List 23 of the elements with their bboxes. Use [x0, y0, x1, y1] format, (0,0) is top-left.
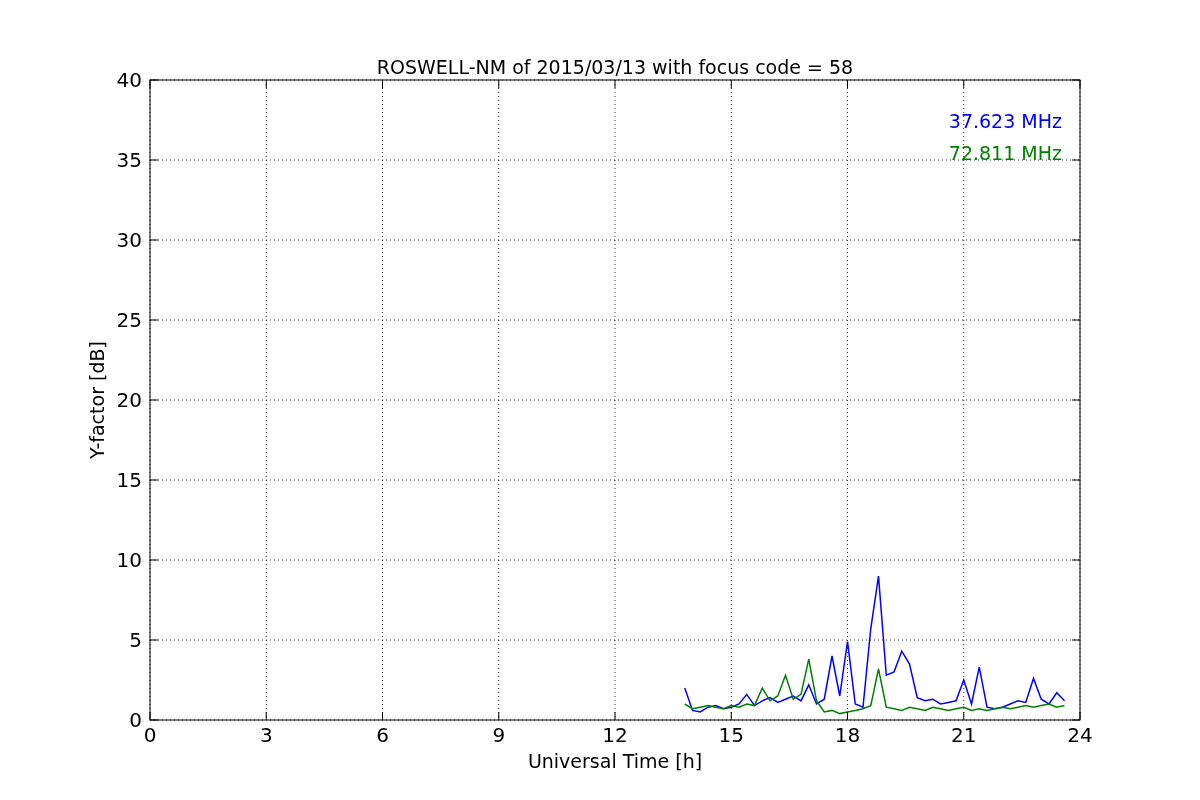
legend-label: 37.623 MHz [948, 110, 1062, 132]
tick-label: 35 [116, 148, 142, 172]
x-axis-label: Universal Time [h] [527, 750, 703, 772]
tick-label: 9 [492, 723, 506, 747]
legend-label: 72.811 MHz [948, 142, 1062, 164]
tick-label: 0 [143, 723, 157, 747]
tick-label: 18 [834, 723, 861, 747]
tick-label: 0 [129, 708, 142, 732]
tick-label: 40 [116, 68, 142, 92]
tick-label: 6 [376, 723, 389, 747]
tick-label: 12 [602, 723, 628, 747]
tick-label: 24 [1067, 723, 1093, 747]
tick-label: 10 [116, 548, 142, 572]
y-axis-label: Y-factor [dB] [86, 341, 108, 459]
tick-label: 21 [951, 723, 977, 747]
tick-label: 15 [116, 468, 142, 492]
tick-label: 30 [116, 228, 142, 252]
tick-label: 15 [718, 723, 744, 747]
tick-label: 5 [129, 628, 142, 652]
chart-title: ROSWELL-NM of 2015/03/13 with focus code = 58 [376, 56, 854, 78]
tick-label: 20 [116, 388, 142, 412]
tick-label: 25 [116, 308, 142, 332]
tick-label: 3 [259, 723, 273, 747]
